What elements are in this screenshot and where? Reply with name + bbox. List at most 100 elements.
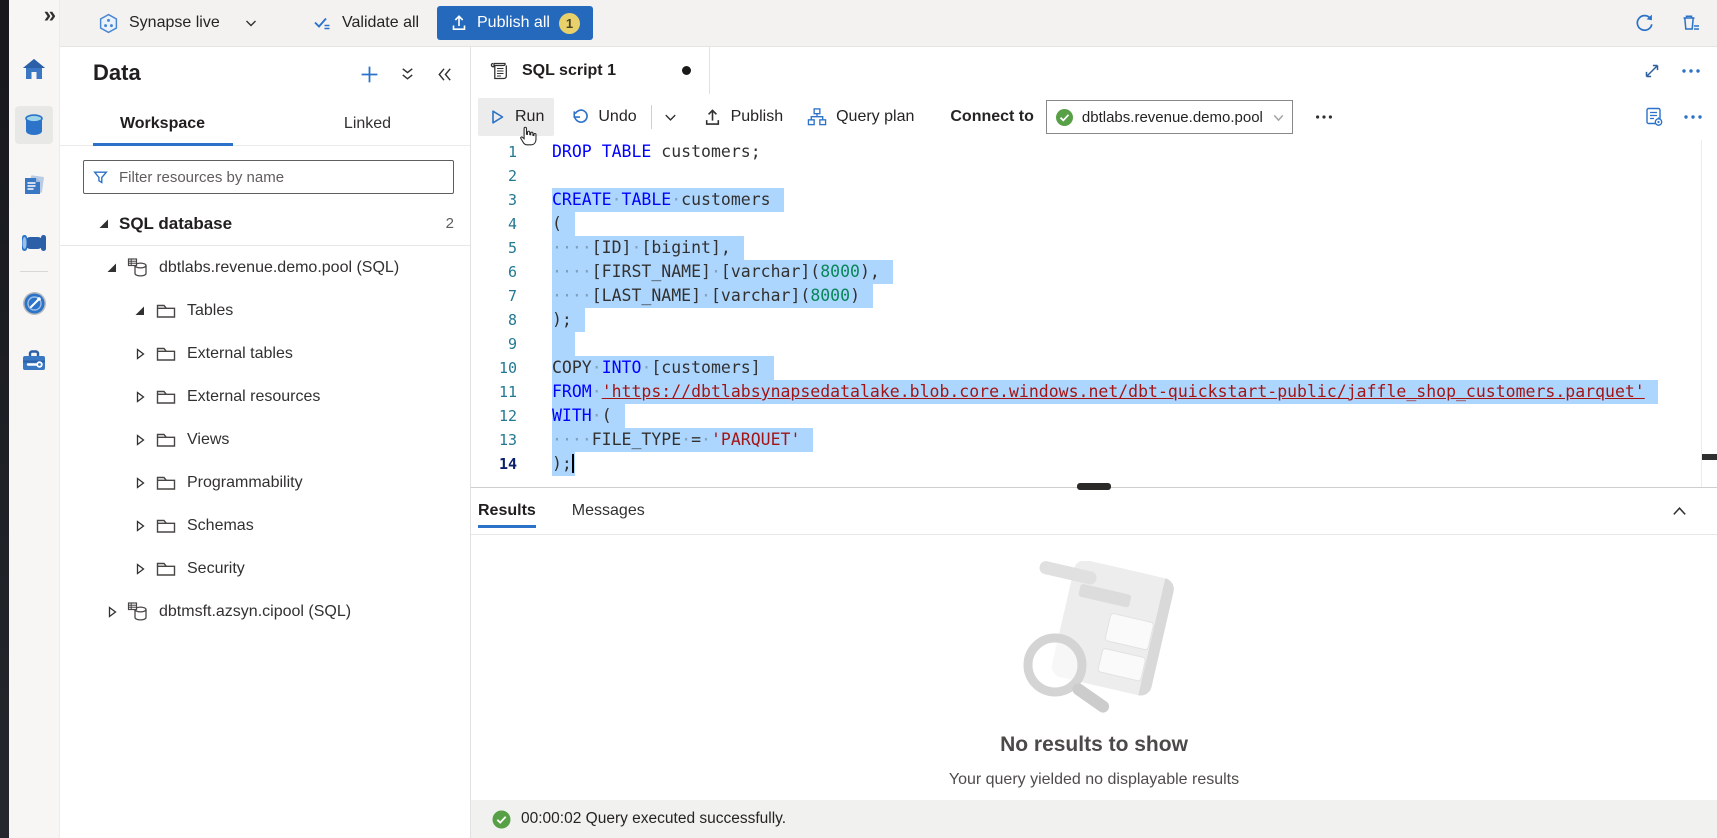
line-number: 14 [471, 452, 517, 476]
resource-filter[interactable] [83, 160, 454, 194]
tree-item-dbtmsft-azsyn-cipool-sql-[interactable]: dbtmsft.azsyn.cipool (SQL) [60, 590, 470, 633]
code-line-content: ); [552, 452, 575, 476]
tree-item-security[interactable]: Security [60, 547, 470, 590]
data-explorer-panel: Data Workspace Linked SQL database 2 dbtla… [60, 47, 471, 838]
tab-messages[interactable]: Messages [572, 488, 645, 534]
code-line-5[interactable]: 5····[ID]·[bigint], [471, 236, 1717, 260]
collapse-all-icon[interactable] [398, 65, 417, 84]
query-plan-button[interactable]: Query plan [797, 98, 924, 136]
code-line-1[interactable]: 1DROP TABLE customers; [471, 140, 1717, 164]
line-number: 12 [471, 404, 517, 428]
expanded-caret-icon[interactable] [134, 305, 146, 317]
sidebar-item-develop[interactable] [15, 166, 53, 204]
splitter-drag-handle[interactable] [1077, 483, 1111, 490]
tab-results[interactable]: Results [478, 488, 536, 534]
code-line-content: ····[LAST_NAME]·[varchar](8000) [552, 284, 873, 308]
code-line-8[interactable]: 8); [471, 308, 1717, 332]
tree-item-label: dbtmsft.azsyn.cipool (SQL) [159, 603, 351, 621]
collapse-results-icon[interactable] [1670, 502, 1689, 521]
pool-select[interactable]: dbtlabs.revenue.demo.pool [1046, 100, 1293, 134]
collapsed-caret-icon[interactable] [134, 434, 146, 446]
data-panel-header: Data [60, 47, 470, 103]
sidebar-item-integrate[interactable] [15, 224, 53, 262]
editor-toolbar: Run Undo Publish Query plan Connect to [471, 94, 1717, 141]
tab-workspace[interactable]: Workspace [60, 103, 265, 145]
folder-icon [155, 472, 177, 494]
validate-all-button[interactable]: Validate all [312, 0, 419, 46]
publish-button[interactable]: Publish [693, 98, 793, 136]
code-line-14[interactable]: 14); [471, 452, 1717, 476]
tree-item-label: Security [187, 560, 245, 578]
sidebar-item-home[interactable] [15, 50, 53, 88]
tab-linked[interactable]: Linked [265, 103, 470, 145]
code-line-10[interactable]: 10COPY·INTO·[customers] [471, 356, 1717, 380]
tree-item-views[interactable]: Views [60, 418, 470, 461]
branch-selector[interactable]: Synapse live [98, 0, 258, 46]
expanded-caret-icon[interactable] [98, 218, 110, 230]
tree-item-external-resources[interactable]: External resources [60, 375, 470, 418]
code-line-content: WITH·( [552, 404, 625, 428]
code-line-11[interactable]: 11FROM·'https://dbtlabsynapsedatalake.bl… [471, 380, 1717, 404]
tab-sql-script-1[interactable]: SQL script 1 [478, 47, 710, 94]
toolbar-more-icon[interactable] [1307, 98, 1341, 136]
code-editor[interactable]: 1DROP TABLE customers;23CREATE·TABLE·cus… [471, 140, 1717, 487]
line-number: 3 [471, 188, 517, 212]
publish-count-badge: 1 [559, 13, 580, 34]
tree-item-label: External resources [187, 388, 320, 406]
connect-to-label: Connect to [950, 108, 1034, 126]
sidebar-item-monitor[interactable] [15, 284, 53, 322]
tree-item-external-tables[interactable]: External tables [60, 332, 470, 375]
tree-item-label: SQL database [119, 214, 232, 234]
tree-item-programmability[interactable]: Programmability [60, 461, 470, 504]
manage-icon [20, 348, 48, 374]
run-options-chevron-icon[interactable] [656, 98, 685, 136]
code-line-content: ( [552, 212, 575, 236]
collapsed-caret-icon[interactable] [134, 520, 146, 532]
validate-label: Validate all [342, 14, 419, 32]
data-panel-tabs: Workspace Linked [60, 103, 470, 146]
publish-all-button[interactable]: Publish all 1 [437, 6, 593, 40]
code-line-3[interactable]: 3CREATE·TABLE·customers [471, 188, 1717, 212]
code-line-13[interactable]: 13····FILE_TYPE·=·'PARQUET' [471, 428, 1717, 452]
no-results-subtitle: Your query yielded no displayable result… [471, 771, 1717, 789]
expand-rail-icon[interactable]: » [44, 2, 56, 28]
sidebar-item-data[interactable] [15, 106, 53, 144]
code-line-2[interactable]: 2 [471, 164, 1717, 188]
collapsed-caret-icon[interactable] [134, 477, 146, 489]
publish-icon [703, 108, 722, 127]
view-settings-icon[interactable] [1643, 94, 1665, 140]
tree-item-schemas[interactable]: Schemas [60, 504, 470, 547]
tree-item-dbtlabs-revenue-demo-pool-sql-[interactable]: dbtlabs.revenue.demo.pool (SQL) [60, 246, 470, 289]
folder-icon [155, 429, 177, 451]
refresh-icon[interactable] [1634, 12, 1655, 33]
code-line-6[interactable]: 6····[FIRST_NAME]·[varchar](8000), [471, 260, 1717, 284]
pool-selected-value: dbtlabs.revenue.demo.pool [1082, 109, 1263, 126]
code-line-4[interactable]: 4( [471, 212, 1717, 236]
collapsed-caret-icon[interactable] [134, 391, 146, 403]
develop-icon [21, 172, 47, 198]
code-line-7[interactable]: 7····[LAST_NAME]·[varchar](8000) [471, 284, 1717, 308]
collapse-panel-icon[interactable] [435, 65, 454, 84]
discard-all-icon[interactable] [1679, 12, 1701, 34]
code-line-9[interactable]: 9 [471, 332, 1717, 356]
collapsed-caret-icon[interactable] [134, 563, 146, 575]
collapsed-caret-icon[interactable] [106, 606, 118, 618]
editor-more-actions-icon[interactable] [1683, 94, 1703, 140]
tree-item-count: 2 [446, 215, 470, 232]
upload-icon [450, 14, 468, 32]
expanded-caret-icon[interactable] [106, 262, 118, 274]
sql-script-panel: SQL script 1 Run Undo [471, 47, 1717, 838]
collapsed-caret-icon[interactable] [134, 348, 146, 360]
no-results-title: No results to show [471, 733, 1717, 757]
expand-editor-icon[interactable] [1643, 47, 1661, 94]
code-line-12[interactable]: 12 WITH·( [471, 404, 1717, 428]
undo-button[interactable]: Undo [560, 98, 646, 136]
editor-overview-ruler[interactable] [1701, 140, 1717, 487]
tab-more-actions-icon[interactable] [1681, 47, 1701, 94]
line-number: 4 [471, 212, 517, 236]
tree-item-sql-database[interactable]: SQL database 2 [60, 202, 470, 246]
tree-item-tables[interactable]: Tables [60, 289, 470, 332]
filter-input[interactable] [117, 168, 445, 187]
add-resource-icon[interactable] [359, 64, 380, 85]
sidebar-item-manage[interactable] [15, 342, 53, 380]
